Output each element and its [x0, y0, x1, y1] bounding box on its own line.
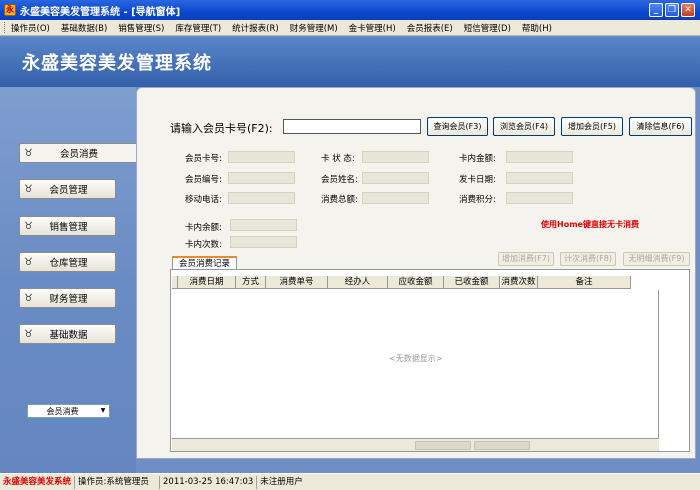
menu-member-reports[interactable]: 会员报表(E)	[407, 22, 453, 34]
menu-bar: 操作员(O) 基础数据(B) 销售管理(S) 库存管理(T) 统计报表(R) 财…	[0, 20, 700, 36]
col-date[interactable]: 消费日期	[178, 276, 236, 288]
records-grid-body[interactable]	[172, 290, 659, 438]
app-brand-title: 永盛美容美发管理系统	[22, 53, 212, 74]
app-icon: 永	[4, 4, 16, 16]
status-datetime: 2011-03-25 16:47:03	[160, 475, 258, 489]
banner: 永盛美容美发管理系统	[0, 37, 700, 87]
col-received[interactable]: 已收金额	[444, 276, 500, 288]
clear-info-button[interactable]: 清除信息(F6)	[629, 117, 692, 136]
menu-basic-data[interactable]: 基础数据(B)	[61, 22, 107, 34]
col-method[interactable]: 方式	[236, 276, 266, 288]
card-no-label: 会员卡号:	[185, 154, 222, 164]
menu-inventory[interactable]: 库存管理(T)	[175, 22, 221, 34]
bull-head-icon: ♉	[24, 292, 33, 304]
card-number-input[interactable]	[283, 119, 421, 134]
issue-date-value	[506, 172, 573, 184]
member-name-value	[362, 172, 429, 184]
sidebar-item-warehouse[interactable]: ♉ 仓库管理	[19, 252, 116, 272]
title-bar: 永 永盛美容美发管理系统 - [导航窗体] _ ❐ ✕	[0, 0, 700, 20]
card-times-value	[230, 236, 297, 248]
footer-received-total	[474, 441, 530, 450]
member-name-label: 会员姓名:	[321, 175, 358, 185]
member-no-value	[228, 172, 295, 184]
card-balance-label: 卡内余额:	[185, 223, 222, 233]
tab-member-records[interactable]: 会员消费记录	[172, 256, 238, 270]
issue-date-label: 发卡日期:	[459, 175, 496, 185]
records-grid-footer	[172, 438, 659, 451]
bull-head-icon: ♉	[24, 256, 33, 268]
total-spend-value	[362, 192, 429, 204]
menu-reports[interactable]: 统计报表(R)	[232, 22, 279, 34]
bull-head-icon: ♉	[24, 220, 33, 232]
col-count[interactable]: 消费次数	[500, 276, 538, 288]
sidebar: ♉ 会员消费 ♉ 会员管理 ♉ 销售管理 ♉ 仓库管理 ♉ 财务管理 ♉ 基础数…	[0, 87, 136, 473]
col-handler[interactable]: 经办人	[328, 276, 388, 288]
card-times-label: 卡内次数:	[185, 240, 222, 250]
chevron-down-icon[interactable]: ▼	[97, 405, 109, 417]
sidebar-item-sales[interactable]: ♉ 销售管理	[19, 216, 116, 236]
member-consume-panel: 请输入会员卡号(F2): 查询会员(F3) 浏览会员(F4) 增加会员(F5) …	[136, 87, 696, 459]
menu-operator[interactable]: 操作员(O)	[11, 22, 50, 34]
sidebar-item-member-consume[interactable]: ♉ 会员消费	[19, 143, 136, 163]
card-amount-value	[506, 151, 573, 163]
menu-gold-card[interactable]: 金卡管理(H)	[349, 22, 396, 34]
browse-member-button[interactable]: 浏览会员(F4)	[493, 117, 555, 136]
status-operator: 操作员:系统管理员	[75, 475, 161, 489]
module-select[interactable]: 会员消费 ▼	[27, 404, 110, 418]
menu-finance[interactable]: 财务管理(M)	[290, 22, 338, 34]
status-brand: 永盛美容美发系统	[0, 475, 76, 489]
close-button[interactable]: ✕	[681, 3, 695, 17]
records-grid-header: 消费日期 方式 消费单号 经办人 应收金额 已收金额 消费次数 备注	[172, 276, 631, 289]
minimize-button[interactable]: _	[649, 3, 663, 17]
card-no-value	[228, 151, 295, 163]
sidebar-item-basic-data[interactable]: ♉ 基础数据	[19, 324, 116, 344]
col-order-no[interactable]: 消费单号	[266, 276, 328, 288]
bull-head-icon: ♉	[24, 147, 33, 159]
points-value	[506, 192, 573, 204]
menu-sms[interactable]: 短信管理(D)	[464, 22, 511, 34]
module-select-value: 会员消费	[46, 406, 79, 416]
mobile-value	[228, 192, 295, 204]
add-member-button[interactable]: 增加会员(F5)	[561, 117, 623, 136]
card-prompt-label: 请输入会员卡号(F2):	[170, 122, 273, 135]
menu-sales[interactable]: 销售管理(S)	[118, 22, 164, 34]
main-area: 请输入会员卡号(F2): 查询会员(F3) 浏览会员(F4) 增加会员(F5) …	[136, 87, 700, 473]
empty-data-message: <无数据显示>	[389, 354, 443, 363]
status-license: 未注册用户	[260, 476, 303, 487]
col-receivable[interactable]: 应收金额	[388, 276, 444, 288]
menu-grip	[4, 22, 7, 33]
home-key-hint: 使用Home键直接无卡消费	[541, 220, 639, 229]
total-spend-label: 消费总额:	[321, 195, 358, 205]
points-label: 消费积分:	[459, 195, 496, 205]
sidebar-item-member-manage[interactable]: ♉ 会员管理	[19, 179, 116, 199]
status-bar: 永盛美容美发系统 操作员:系统管理员 2011-03-25 16:47:03 未…	[0, 473, 700, 490]
sidebar-item-finance[interactable]: ♉ 财务管理	[19, 288, 116, 308]
mobile-label: 移动电话:	[185, 195, 222, 205]
query-member-button[interactable]: 查询会员(F3)	[427, 117, 488, 136]
card-status-value	[362, 151, 429, 163]
window-title: 永盛美容美发管理系统 - [导航窗体]	[20, 7, 181, 18]
col-remark[interactable]: 备注	[538, 276, 631, 288]
bull-head-icon: ♉	[24, 183, 33, 195]
bull-head-icon: ♉	[24, 328, 33, 340]
card-amount-label: 卡内金额:	[459, 154, 496, 164]
menu-help[interactable]: 帮助(H)	[522, 22, 552, 34]
restore-button[interactable]: ❐	[665, 3, 679, 17]
card-balance-value	[230, 219, 297, 231]
card-status-label: 卡 状 态:	[321, 154, 355, 164]
member-no-label: 会员编号:	[185, 175, 222, 185]
footer-receivable-total	[415, 441, 471, 450]
